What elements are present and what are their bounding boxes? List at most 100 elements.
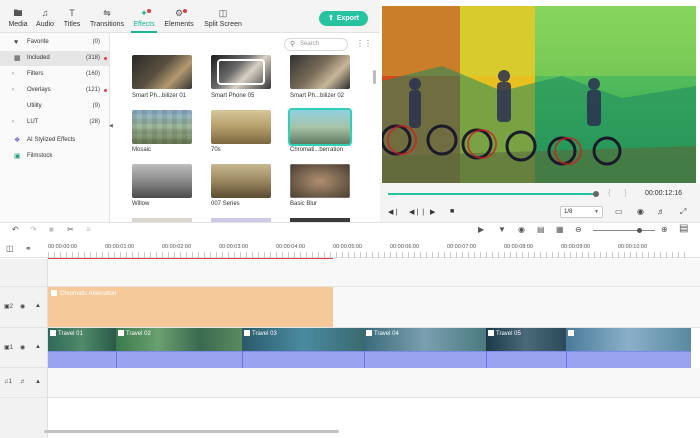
tab-transitions[interactable]: ⇋ Transitions bbox=[88, 8, 126, 32]
tab-audio[interactable]: ♫ Audio bbox=[34, 8, 56, 32]
adjust-icon[interactable]: ≡ bbox=[86, 225, 91, 234]
lock-icon[interactable]: ▲ bbox=[35, 379, 41, 385]
effect-label: 007 Series bbox=[211, 201, 240, 207]
effect-label: Mosaic bbox=[132, 147, 152, 153]
split-audio-icon[interactable]: ▦ bbox=[556, 225, 564, 234]
play-icon[interactable]: ▶ bbox=[430, 208, 435, 216]
snapshot-icon[interactable]: ◉ bbox=[637, 207, 644, 216]
eye-icon[interactable]: ◉ bbox=[20, 344, 25, 351]
lock-icon[interactable]: ▲ bbox=[35, 303, 41, 309]
category-panel: ♥ Favorite (0) ▦ Included (318) › Filter… bbox=[0, 33, 110, 231]
playback-progress[interactable] bbox=[388, 191, 599, 197]
export-button[interactable]: ⇪ Export bbox=[319, 11, 368, 26]
video-preview[interactable] bbox=[382, 6, 696, 183]
preview-frame bbox=[382, 6, 696, 183]
export-icon: ⇪ bbox=[327, 15, 334, 22]
category-filmstock[interactable]: ▣ Filmstock bbox=[0, 149, 110, 164]
effects-scrollbar[interactable] bbox=[373, 70, 376, 84]
link-icon[interactable]: ⚭ bbox=[25, 244, 32, 253]
category-utility[interactable]: Utility (9) bbox=[0, 99, 110, 114]
category-favorite[interactable]: ♥ Favorite (0) bbox=[0, 35, 110, 50]
ruler-label: 00:00:07:00 bbox=[447, 244, 477, 250]
effect-thumbnail[interactable] bbox=[290, 164, 350, 198]
cut-icon[interactable]: ✂ bbox=[67, 225, 74, 234]
step-back-icon[interactable]: ◀❘❘ bbox=[409, 208, 426, 216]
grid-view-icon[interactable]: ⋮⋮ bbox=[356, 39, 372, 48]
skip-back-icon[interactable]: ◀❘ bbox=[388, 208, 399, 216]
effect-thumbnail[interactable] bbox=[288, 108, 352, 146]
progress-knob[interactable] bbox=[592, 191, 599, 197]
microphone-icon[interactable]: ◉ bbox=[518, 225, 525, 234]
volume-icon[interactable]: ♬ bbox=[657, 207, 665, 216]
delete-icon[interactable]: ■ bbox=[49, 225, 54, 234]
category-ai-stylized-effects[interactable]: ❖ AI Stylized Effects bbox=[0, 133, 110, 148]
tab-split-screen[interactable]: ◫ Split Screen bbox=[202, 8, 244, 32]
video-clip[interactable]: Travel 04 bbox=[364, 328, 486, 351]
effect-thumbnail[interactable] bbox=[132, 164, 192, 198]
empty-track[interactable] bbox=[48, 259, 700, 287]
chevron-right-icon: › bbox=[12, 119, 14, 125]
timeline-scrollbar[interactable] bbox=[44, 430, 339, 433]
notification-dot bbox=[147, 9, 151, 13]
ruler-label: 00:00:06:00 bbox=[390, 244, 420, 250]
search-input[interactable]: ⚲ Search bbox=[284, 38, 348, 51]
category-lut[interactable]: › LUT (28) bbox=[0, 115, 110, 130]
display-icon[interactable]: ▭ bbox=[615, 207, 623, 216]
audio-track[interactable] bbox=[48, 368, 700, 398]
ruler-label: 00:00:02:00 bbox=[162, 244, 192, 250]
clip-icon bbox=[568, 330, 574, 336]
notification-dot bbox=[104, 57, 107, 60]
audio-divider bbox=[364, 351, 365, 368]
render-icon[interactable]: ▶ bbox=[478, 225, 484, 234]
category-filters[interactable]: › Filters (160) bbox=[0, 67, 110, 82]
undo-icon[interactable]: ↶ bbox=[12, 225, 19, 234]
redo-icon[interactable]: ↷ bbox=[30, 225, 37, 234]
mark-in-icon[interactable]: { bbox=[608, 188, 611, 197]
tab-elements[interactable]: ⚙ Elements bbox=[164, 8, 194, 32]
fullscreen-icon[interactable]: ⤢ bbox=[680, 207, 686, 217]
effect-thumbnail[interactable] bbox=[211, 164, 271, 198]
zoom-out-icon[interactable]: ⊖ bbox=[575, 225, 582, 234]
track-number: ▣1 bbox=[4, 345, 14, 351]
video-clip[interactable] bbox=[566, 328, 691, 351]
tab-effects[interactable]: ✦ Effects bbox=[131, 8, 157, 33]
lock-icon[interactable]: ▲ bbox=[35, 344, 41, 350]
zoom-slider[interactable] bbox=[593, 230, 655, 231]
zoom-slider-knob[interactable] bbox=[637, 228, 642, 233]
ruler-label: 00:00:09:00 bbox=[561, 244, 591, 250]
effect-thumbnail[interactable] bbox=[132, 110, 192, 144]
category-included[interactable]: ▦ Included (318) bbox=[0, 51, 110, 66]
video-clip[interactable]: Travel 01 bbox=[48, 328, 116, 351]
video-clip[interactable]: Travel 03 bbox=[242, 328, 364, 351]
eye-icon[interactable]: ◉ bbox=[20, 303, 25, 310]
effect-thumbnail[interactable] bbox=[211, 110, 271, 144]
timecode: 00:00:12:16 bbox=[645, 190, 682, 197]
tab-titles[interactable]: T Titles bbox=[61, 8, 83, 32]
stop-icon[interactable]: ■ bbox=[450, 208, 454, 215]
effect-thumbnail[interactable] bbox=[132, 55, 192, 89]
video-track[interactable]: Travel 01 Travel 02 Travel 03 Travel 04 … bbox=[48, 328, 691, 351]
effect-clip[interactable]: Chromatic Aberration bbox=[48, 287, 333, 327]
effect-clip-icon bbox=[51, 290, 57, 296]
film-icon: ▣ bbox=[14, 153, 21, 160]
video-clip[interactable]: Travel 05 bbox=[486, 328, 566, 351]
add-track-icon[interactable]: ◫ bbox=[6, 244, 14, 253]
music-note-icon: ♫ bbox=[41, 8, 49, 18]
tab-media[interactable]: 🖿 Media bbox=[6, 8, 30, 32]
track-number: ♫1 bbox=[4, 379, 12, 385]
snap-icon[interactable]: ▤ bbox=[537, 225, 545, 234]
category-overlays[interactable]: › Overlays (121) bbox=[0, 83, 110, 98]
volume-icon[interactable]: ♬ bbox=[20, 379, 26, 385]
mark-out-icon[interactable]: } bbox=[624, 188, 627, 197]
marker-icon[interactable]: ▼ bbox=[498, 225, 506, 234]
clip-icon bbox=[366, 330, 372, 336]
track-header-video: ▣1 ◉ ▲ bbox=[0, 328, 48, 368]
effect-thumbnail[interactable] bbox=[211, 55, 271, 89]
zoom-in-icon[interactable]: ⊕ bbox=[661, 225, 668, 234]
video-audio-waveform[interactable] bbox=[48, 351, 691, 368]
track-layout-icon[interactable]: ▤ bbox=[679, 223, 688, 234]
playback-quality-select[interactable]: 1/8 ▼ bbox=[560, 206, 603, 218]
effect-thumbnail[interactable] bbox=[290, 55, 350, 89]
video-clip[interactable]: Travel 02 bbox=[116, 328, 242, 351]
collapse-panel-icon[interactable]: ◀ bbox=[109, 123, 113, 129]
